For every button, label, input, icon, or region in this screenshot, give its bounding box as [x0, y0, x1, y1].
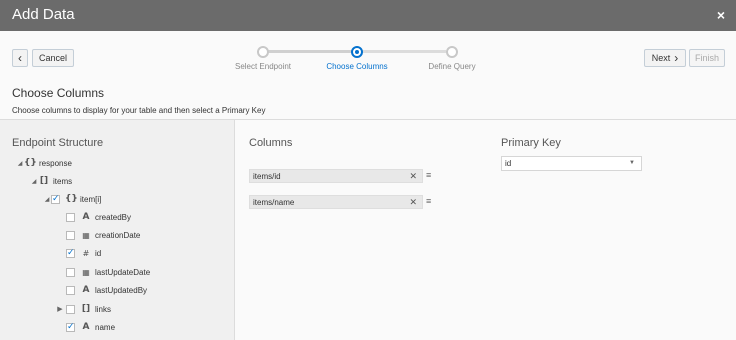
array-icon: []	[81, 304, 91, 314]
remove-icon[interactable]: ✕	[409, 171, 417, 182]
dialog-title: Add Data	[12, 6, 75, 23]
columns-pane: Columns items/id ✕ ≡ items/name ✕ ≡ Prim…	[235, 120, 736, 340]
close-icon[interactable]: ×	[717, 7, 725, 23]
finish-button[interactable]: Finish	[689, 49, 725, 67]
tree-node-label: items	[53, 176, 73, 186]
next-button[interactable]: Next ›	[644, 49, 686, 67]
dialog-titlebar: Add Data ×	[0, 0, 736, 31]
collapse-icon[interactable]: ◢	[43, 196, 51, 203]
string-icon: A	[82, 212, 90, 222]
name-checkbox[interactable]	[66, 321, 75, 332]
column-item-label: items/name	[253, 197, 295, 207]
tree-node-id[interactable]: # id	[66, 246, 101, 260]
step-label-choose-columns: Choose Columns	[326, 62, 388, 71]
column-item[interactable]: items/name ✕	[249, 195, 423, 209]
column-item[interactable]: items/id ✕	[249, 169, 423, 183]
drag-handle-icon[interactable]: ≡	[426, 197, 432, 206]
step-label-select-endpoint: Select Endpoint	[234, 62, 292, 71]
item-i-checkbox[interactable]	[51, 193, 60, 204]
train-connector	[362, 50, 446, 53]
tree-node-label: lastUpdatedBy	[95, 285, 148, 295]
drag-handle-icon[interactable]: ≡	[426, 171, 432, 180]
tree-node-creationdate[interactable]: ▦ creationDate	[66, 228, 140, 242]
tree-node-label: links	[95, 304, 112, 314]
number-icon: #	[82, 248, 90, 258]
string-icon: A	[82, 322, 90, 332]
tree-node-label: lastUpdateDate	[95, 267, 151, 277]
calendar-icon: ▦	[82, 267, 90, 277]
primary-key-title: Primary Key	[501, 137, 561, 149]
creationdate-checkbox[interactable]	[66, 230, 75, 240]
tree-node-label: creationDate	[95, 230, 141, 240]
createdby-checkbox[interactable]	[66, 212, 75, 222]
wizard-train: Select Endpoint Choose Columns Define Qu…	[0, 31, 736, 84]
tree-node-item-i[interactable]: ◢ {} item[i]	[43, 192, 102, 206]
next-label: Next	[651, 53, 671, 63]
endpoint-structure-pane: Endpoint Structure ◢ {} response ◢ [] it…	[0, 120, 235, 340]
object-icon: {}	[24, 158, 37, 168]
tree-node-label: response	[39, 158, 72, 168]
step-define-query[interactable]	[446, 46, 458, 58]
tree-node-createdby[interactable]: A createdBy	[66, 210, 131, 224]
section-description: Choose columns to display for your table…	[12, 106, 266, 115]
section-title: Choose Columns	[12, 86, 105, 100]
collapse-icon[interactable]: ◢	[30, 178, 38, 185]
tree-node-name[interactable]: A name	[66, 320, 115, 334]
endpoint-structure-title: Endpoint Structure	[12, 137, 104, 149]
lastupdatedate-checkbox[interactable]	[66, 267, 75, 277]
expand-icon[interactable]: ▶	[56, 305, 64, 313]
string-icon: A	[82, 285, 90, 295]
columns-title: Columns	[249, 137, 293, 149]
train-connector	[268, 50, 352, 53]
chevron-right-icon: ›	[674, 51, 679, 65]
calendar-icon: ▦	[82, 230, 90, 240]
step-select-endpoint[interactable]	[257, 46, 269, 58]
tree-node-links[interactable]: ▶ [] links	[56, 302, 111, 316]
step-choose-columns[interactable]	[351, 46, 363, 58]
tree-node-label: item[i]	[80, 194, 102, 204]
remove-icon[interactable]: ✕	[409, 197, 417, 208]
column-item-label: items/id	[253, 171, 281, 181]
step-label-define-query: Define Query	[428, 62, 476, 71]
tree-node-label: name	[95, 322, 116, 332]
object-icon: {}	[65, 194, 78, 204]
primary-key-value: id	[505, 159, 512, 168]
tree-node-lastupdatedby[interactable]: A lastUpdatedBy	[66, 283, 147, 297]
tree-node-items[interactable]: ◢ [] items	[30, 174, 72, 188]
tree-node-lastupdatedate[interactable]: ▦ lastUpdateDate	[66, 265, 150, 279]
tree-node-label: id	[95, 248, 102, 258]
id-checkbox[interactable]	[66, 247, 75, 258]
wizard-bar: ‹ Cancel Select Endpoint Choose Columns …	[0, 31, 736, 84]
collapse-icon[interactable]: ◢	[16, 160, 24, 167]
tree-node-label: createdBy	[95, 212, 132, 222]
lastupdatedby-checkbox[interactable]	[66, 285, 75, 295]
chevron-down-icon: ▼	[629, 160, 635, 166]
primary-key-select[interactable]: id ▼	[501, 156, 642, 171]
links-checkbox[interactable]	[66, 304, 75, 314]
array-icon: []	[39, 176, 49, 186]
tree-node-response[interactable]: ◢ {} response	[16, 156, 72, 170]
